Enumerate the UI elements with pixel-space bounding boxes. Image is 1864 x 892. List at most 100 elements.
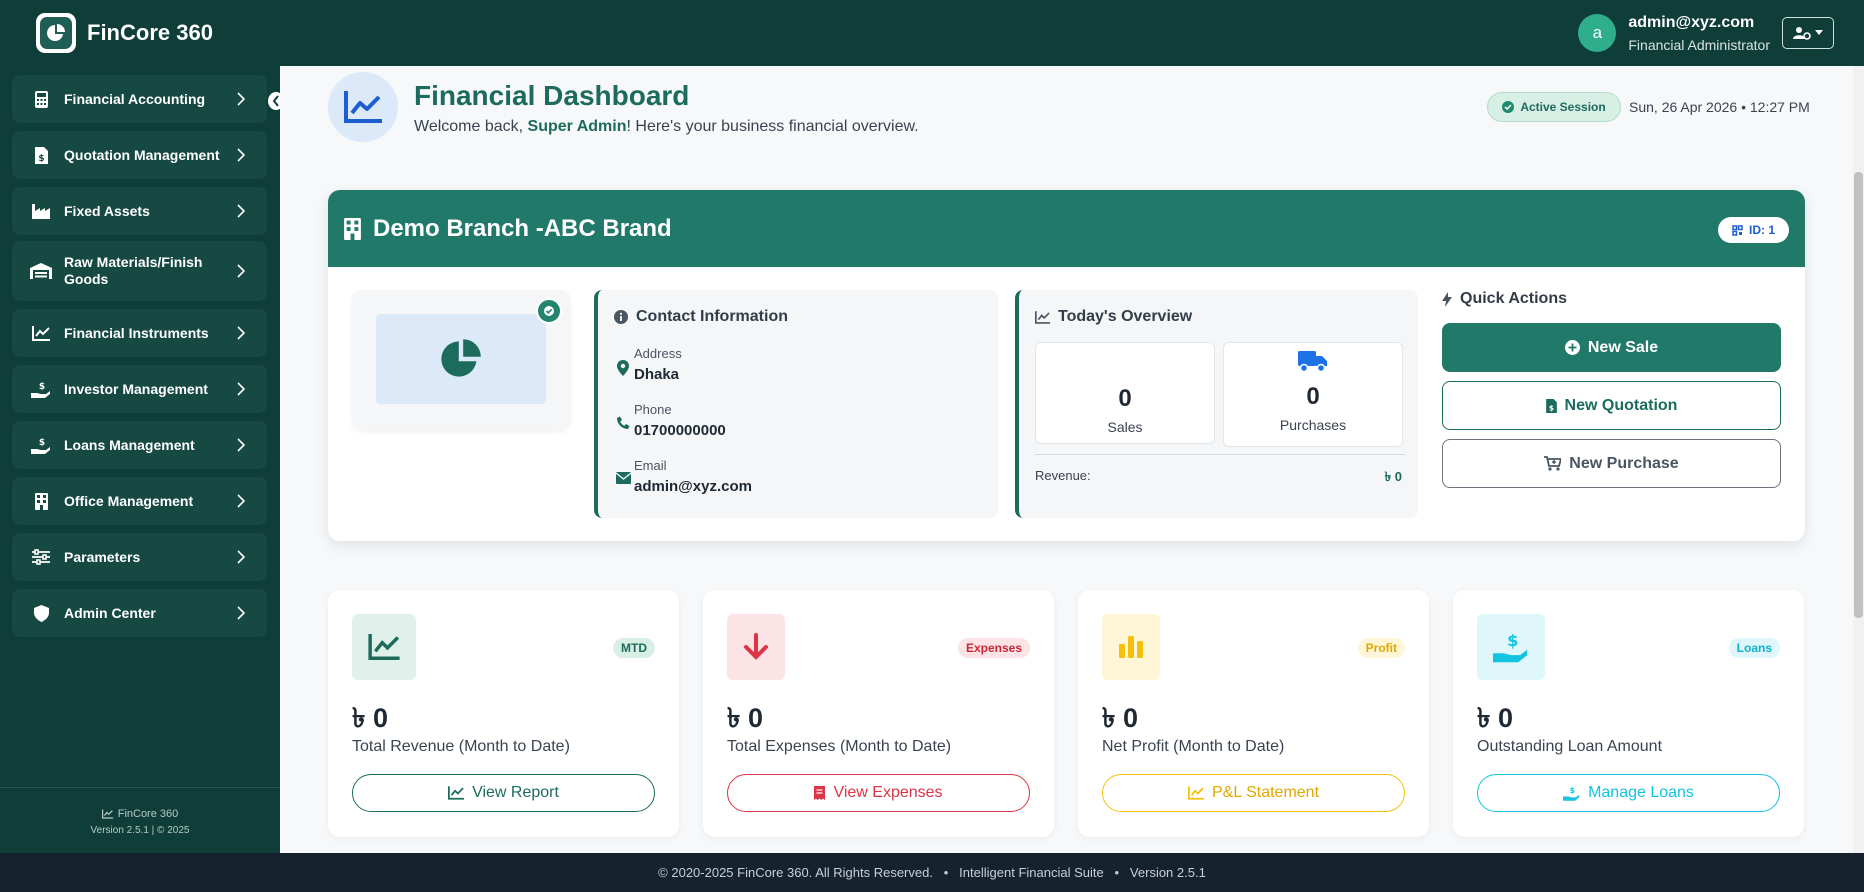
sidebar-item-office-management[interactable]: Office Management (12, 477, 267, 525)
kpi-card-loans: $ Loans ৳ 0 Outstanding Loan Amount $ Ma… (1453, 590, 1804, 837)
profit-badge: Profit (1357, 638, 1405, 658)
scrollbar-thumb[interactable] (1854, 172, 1863, 618)
kpi-label: Total Revenue (Month to Date) (352, 738, 570, 755)
sales-value: 0 (1118, 385, 1132, 412)
view-report-button[interactable]: View Report (352, 774, 655, 812)
chart-line-icon (1035, 310, 1050, 324)
bolt-icon (1442, 291, 1452, 307)
overview-title: Today's Overview (1058, 308, 1193, 325)
chart-line-icon (101, 809, 113, 819)
mtd-badge: MTD (613, 638, 655, 658)
purchases-value: 0 (1306, 383, 1320, 410)
main-content: Financial Dashboard Welcome back, Super … (280, 66, 1864, 853)
plus-circle-icon (1564, 340, 1580, 355)
user-role: Financial Administrator (1628, 36, 1770, 53)
avatar[interactable]: a (1578, 14, 1617, 52)
sidebar-item-label: Investor Management (64, 380, 208, 397)
contact-phone: Phone 01700000000 (614, 402, 726, 439)
purchases-label: Purchases (1279, 417, 1347, 433)
sidebar-item-label: Office Management (64, 492, 194, 509)
chevron-right-icon (237, 550, 245, 564)
sidebar-item-financial-instruments[interactable]: Financial Instruments (12, 309, 267, 357)
receipt-icon (814, 786, 826, 800)
footer-text: © 2020-2025 FinCore 360. All Rights Rese… (658, 865, 1206, 880)
new-purchase-button[interactable]: New Purchase (1442, 439, 1781, 488)
sidebar-item-financial-accounting[interactable]: Financial Accounting (12, 75, 267, 123)
sidebar-item-fixed-assets[interactable]: Fixed Assets (12, 187, 267, 235)
chart-bar-icon (1102, 614, 1160, 680)
revenue-label: Revenue: (1035, 468, 1091, 483)
chevron-right-icon (237, 438, 245, 452)
check-circle-icon (1502, 101, 1515, 113)
sidebar-item-raw-materials[interactable]: Raw Materials/Finish Goods (12, 241, 267, 301)
contact-info-box: Contact Information Address Dhaka Phone 01… (594, 290, 998, 518)
loans-badge: Loans (1728, 638, 1780, 658)
chart-line-icon (344, 91, 382, 123)
brand-name: FinCore 360 (87, 20, 213, 45)
sidebar-footer: FinCore 360 Version 2.5.1 | © 2025 (0, 787, 280, 853)
sidebar-item-label: Financial Accounting (64, 90, 206, 107)
chart-line-icon (30, 325, 52, 341)
chevron-right-icon (237, 606, 245, 620)
sales-stat: 0 Sales (1035, 342, 1215, 444)
new-quotation-button[interactable]: $ New Quotation (1442, 381, 1781, 430)
purchases-stat: 0 Purchases (1223, 342, 1403, 447)
invoice-dollar-icon: $ (30, 146, 52, 164)
quick-actions-title: Quick Actions (1460, 290, 1567, 307)
sidebar-item-quotation-management[interactable]: $ Quotation Management (12, 131, 267, 179)
new-sale-button[interactable]: New Sale (1442, 323, 1781, 372)
qrcode-icon (1732, 224, 1743, 236)
pl-statement-button[interactable]: P&L Statement (1102, 774, 1405, 812)
kpi-value: ৳ 0 (1102, 703, 1138, 733)
sidebar-item-label: Quotation Management (64, 146, 220, 163)
hand-holding-dollar-icon: $ (30, 437, 52, 454)
map-marker-icon (614, 360, 632, 383)
contact-email: Email admin@xyz.com (614, 458, 752, 495)
warehouse-icon (30, 263, 52, 279)
envelope-icon (614, 472, 632, 495)
info-circle-icon (614, 310, 628, 324)
building-icon (344, 217, 361, 240)
hand-holding-dollar-icon: $ (1563, 786, 1580, 801)
sidebar-item-investor-management[interactable]: $ Investor Management (12, 365, 267, 413)
chevron-right-icon (237, 264, 245, 278)
brand[interactable]: FinCore 360 (36, 13, 213, 53)
kpi-card-expenses: Expenses ৳ 0 Total Expenses (Month to Da… (703, 590, 1054, 837)
branch-logo (376, 314, 546, 404)
hand-holding-dollar-icon: $ (1477, 614, 1545, 680)
pie-chart-icon (40, 17, 72, 49)
sidebar-item-parameters[interactable]: Parameters (12, 533, 267, 581)
expenses-badge: Expenses (957, 638, 1030, 658)
todays-overview-box: Today's Overview 0 Sales 0 Purchases Rev… (1015, 290, 1418, 518)
branch-logo-box (352, 290, 570, 430)
chevron-right-icon (237, 204, 245, 218)
kpi-card-revenue: MTD ৳ 0 Total Revenue (Month to Date) Vi… (328, 590, 679, 837)
sidebar-footer-version: Version 2.5.1 | © 2025 (90, 825, 190, 836)
scrollbar[interactable] (1853, 66, 1864, 853)
sidebar-item-loans-management[interactable]: $ Loans Management (12, 421, 267, 469)
view-expenses-button[interactable]: View Expenses (727, 774, 1030, 812)
sidebar-item-label: Admin Center (64, 604, 156, 621)
kpi-card-profit: Profit ৳ 0 Net Profit (Month to Date) P&… (1078, 590, 1429, 837)
sidebar-item-label: Financial Instruments (64, 324, 209, 341)
welcome-user-name: Super Admin (527, 118, 627, 135)
contact-address: Address Dhaka (614, 346, 682, 383)
kpi-value: ৳ 0 (727, 703, 763, 733)
arrow-down-icon (727, 614, 785, 680)
chevron-right-icon (237, 494, 245, 508)
sidebar-item-label: Parameters (64, 548, 141, 565)
hand-holding-dollar-icon: $ (30, 381, 52, 398)
user-menu-button[interactable] (1782, 17, 1834, 49)
sidebar-item-admin-center[interactable]: Admin Center (12, 589, 267, 637)
manage-loans-button[interactable]: $ Manage Loans (1477, 774, 1780, 812)
sidebar-footer-name: FinCore 360 (117, 808, 179, 820)
chevron-right-icon (237, 326, 245, 340)
chart-line-icon (1187, 786, 1204, 800)
sliders-icon (30, 549, 52, 565)
kpi-label: Outstanding Loan Amount (1477, 738, 1663, 755)
svg-text:$: $ (39, 438, 45, 448)
branch-id-badge: ID: 1 (1717, 217, 1789, 243)
svg-text:$: $ (1570, 786, 1575, 795)
divider (1035, 454, 1405, 455)
top-navbar: FinCore 360 a admin@xyz.com Financial Ad… (0, 0, 1864, 69)
